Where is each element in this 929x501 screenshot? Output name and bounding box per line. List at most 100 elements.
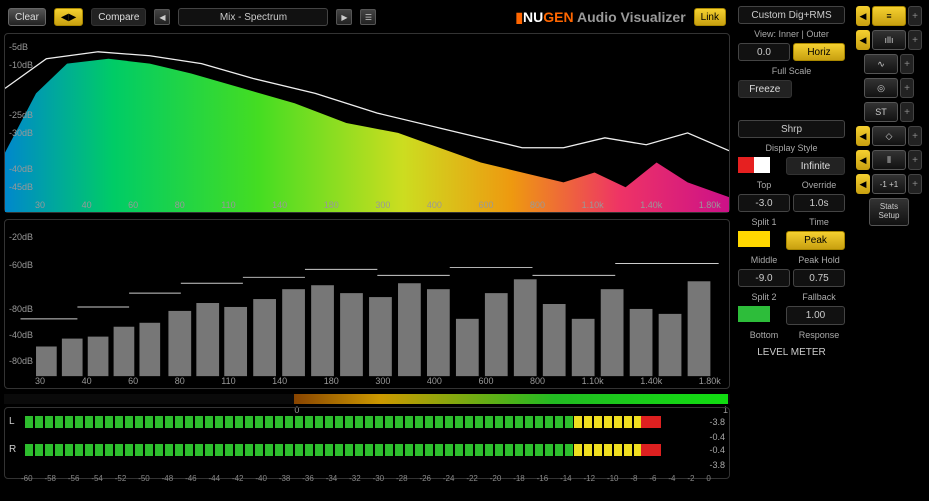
- meter-channel-r: R: [9, 444, 21, 455]
- freq-label: 800: [530, 376, 545, 386]
- freq-label: 30: [35, 376, 45, 386]
- spectrum-analyzer[interactable]: -5dB -10dB -25dB -30dB -40dB -45dB 30 40…: [4, 33, 730, 213]
- db-label: -5dB: [9, 42, 28, 52]
- stats-setup-button[interactable]: Stats Setup: [869, 198, 909, 226]
- time-label: Time: [793, 217, 845, 227]
- tool-correlation-icon[interactable]: ⫴: [872, 150, 906, 170]
- tool-wave-icon[interactable]: ∿: [864, 54, 898, 74]
- tool-add-1[interactable]: +: [908, 6, 922, 26]
- tool-prev[interactable]: ◀: [856, 6, 870, 26]
- db-label: -25dB: [9, 110, 33, 120]
- display-style-value[interactable]: Shrp: [738, 120, 845, 138]
- top-label: Top: [738, 180, 790, 190]
- peakhold-label: Peak Hold: [793, 255, 845, 265]
- db-label: -30dB: [9, 128, 33, 138]
- meter-l-peak: -3.8: [699, 417, 725, 427]
- tool-add-8[interactable]: +: [908, 174, 922, 194]
- freq-label: 60: [128, 376, 138, 386]
- play-button[interactable]: ▶: [336, 9, 352, 25]
- bottom-label: Bottom: [738, 330, 790, 340]
- tool-st-icon[interactable]: ST: [864, 102, 898, 122]
- time-value[interactable]: 1.0s: [793, 194, 845, 212]
- tool-add-7[interactable]: +: [908, 150, 922, 170]
- freq-label: 80: [175, 200, 185, 210]
- ab-toggle[interactable]: ◀▶: [54, 8, 83, 26]
- tool-prev-4[interactable]: ◀: [856, 150, 870, 170]
- db-label: -60dB: [9, 260, 33, 270]
- freq-label: 600: [478, 376, 493, 386]
- tool-prev-5[interactable]: ◀: [856, 174, 870, 194]
- prev-preset-button[interactable]: ◀: [154, 9, 170, 25]
- freq-label: 140: [272, 376, 287, 386]
- tool-scope-icon[interactable]: ◎: [864, 78, 898, 98]
- meter-scale: -60-58-56-54-52-50-48-46-44-42-40-38-36-…: [9, 474, 725, 483]
- freq-label: 110: [221, 200, 235, 210]
- tool-add-6[interactable]: +: [908, 126, 922, 146]
- middle-color[interactable]: [738, 231, 783, 250]
- meter-r-peak: -3.8: [699, 460, 725, 470]
- tool-spectrum-icon[interactable]: ≡: [872, 6, 906, 26]
- override-label: Override: [793, 180, 845, 190]
- meter-r-val: -0.4: [699, 445, 725, 455]
- freeze-button[interactable]: Freeze: [738, 80, 792, 98]
- level-meter: L -3.8 -0.4 R -0.4: [4, 407, 730, 479]
- freq-label: 1.80k: [699, 376, 721, 386]
- bottom-color[interactable]: [738, 306, 783, 325]
- tool-prev-2[interactable]: ◀: [856, 30, 870, 50]
- display-style-label: Display Style: [738, 143, 845, 153]
- top-color[interactable]: [738, 157, 783, 175]
- level-meter-title: LEVEL METER: [738, 347, 845, 358]
- freq-label: 80: [175, 376, 185, 386]
- override-button[interactable]: Infinite: [786, 157, 845, 175]
- tool-diamond-icon[interactable]: ◇: [872, 126, 906, 146]
- mode-select[interactable]: Custom Dig+RMS: [738, 6, 845, 24]
- tool-add-5[interactable]: +: [900, 102, 914, 122]
- horiz-button[interactable]: Horiz: [793, 43, 845, 61]
- freq-label: 30: [35, 200, 45, 210]
- clear-button[interactable]: Clear: [8, 8, 46, 26]
- freq-label: 300: [375, 200, 390, 210]
- freq-label: 1.40k: [640, 200, 662, 210]
- freq-label: 1.40k: [640, 376, 662, 386]
- freq-label: 1.10k: [582, 200, 604, 210]
- freq-label: 180: [324, 200, 339, 210]
- freq-label: 400: [427, 376, 442, 386]
- freq-label: 40: [82, 200, 92, 210]
- meter-l-val: -0.4: [699, 432, 725, 442]
- third-octave-analyzer[interactable]: -20dB -60dB -80dB -40dB -80dB 30 40 60 8…: [4, 219, 730, 389]
- tool-add-2[interactable]: +: [908, 30, 922, 50]
- tool-bars-icon[interactable]: ıllı: [872, 30, 906, 50]
- split2-value[interactable]: -9.0: [738, 269, 790, 287]
- response-value[interactable]: 1.00: [786, 306, 845, 325]
- freq-label: 60: [128, 200, 138, 210]
- freq-label: 140: [272, 200, 287, 210]
- menu-button[interactable]: ☰: [360, 9, 376, 25]
- freq-label: 600: [478, 200, 493, 210]
- db-label: -40dB: [9, 164, 33, 174]
- freq-label: 800: [530, 200, 545, 210]
- freq-label: 1.10k: [582, 376, 604, 386]
- fallback-value[interactable]: 0.75: [793, 269, 845, 287]
- split1-label: Split 1: [738, 217, 790, 227]
- compare-button[interactable]: Compare: [91, 8, 146, 26]
- view-label: View: Inner | Outer: [738, 29, 845, 39]
- db-label: -40dB: [9, 330, 33, 340]
- freq-label: 400: [427, 200, 442, 210]
- preset-title[interactable]: Mix - Spectrum: [178, 8, 328, 26]
- response-label: Response: [793, 330, 845, 340]
- tool-prev-3[interactable]: ◀: [856, 126, 870, 146]
- split1-value[interactable]: -3.0: [738, 194, 790, 212]
- freq-label: 180: [324, 376, 339, 386]
- tool-offset[interactable]: -1 +1: [872, 174, 906, 194]
- db-label: -45dB: [9, 182, 33, 192]
- fullscale-label: Full Scale: [738, 66, 845, 76]
- fallback-label: Fallback: [793, 292, 845, 302]
- link-button[interactable]: Link: [694, 8, 726, 26]
- peak-button[interactable]: Peak: [786, 231, 845, 250]
- tool-add-3[interactable]: +: [900, 54, 914, 74]
- correlation-meter: 0 1: [4, 394, 730, 404]
- tool-add-4[interactable]: +: [900, 78, 914, 98]
- fullscale-value[interactable]: 0.0: [738, 43, 790, 61]
- freq-label: 40: [82, 376, 92, 386]
- freq-label: 300: [375, 376, 390, 386]
